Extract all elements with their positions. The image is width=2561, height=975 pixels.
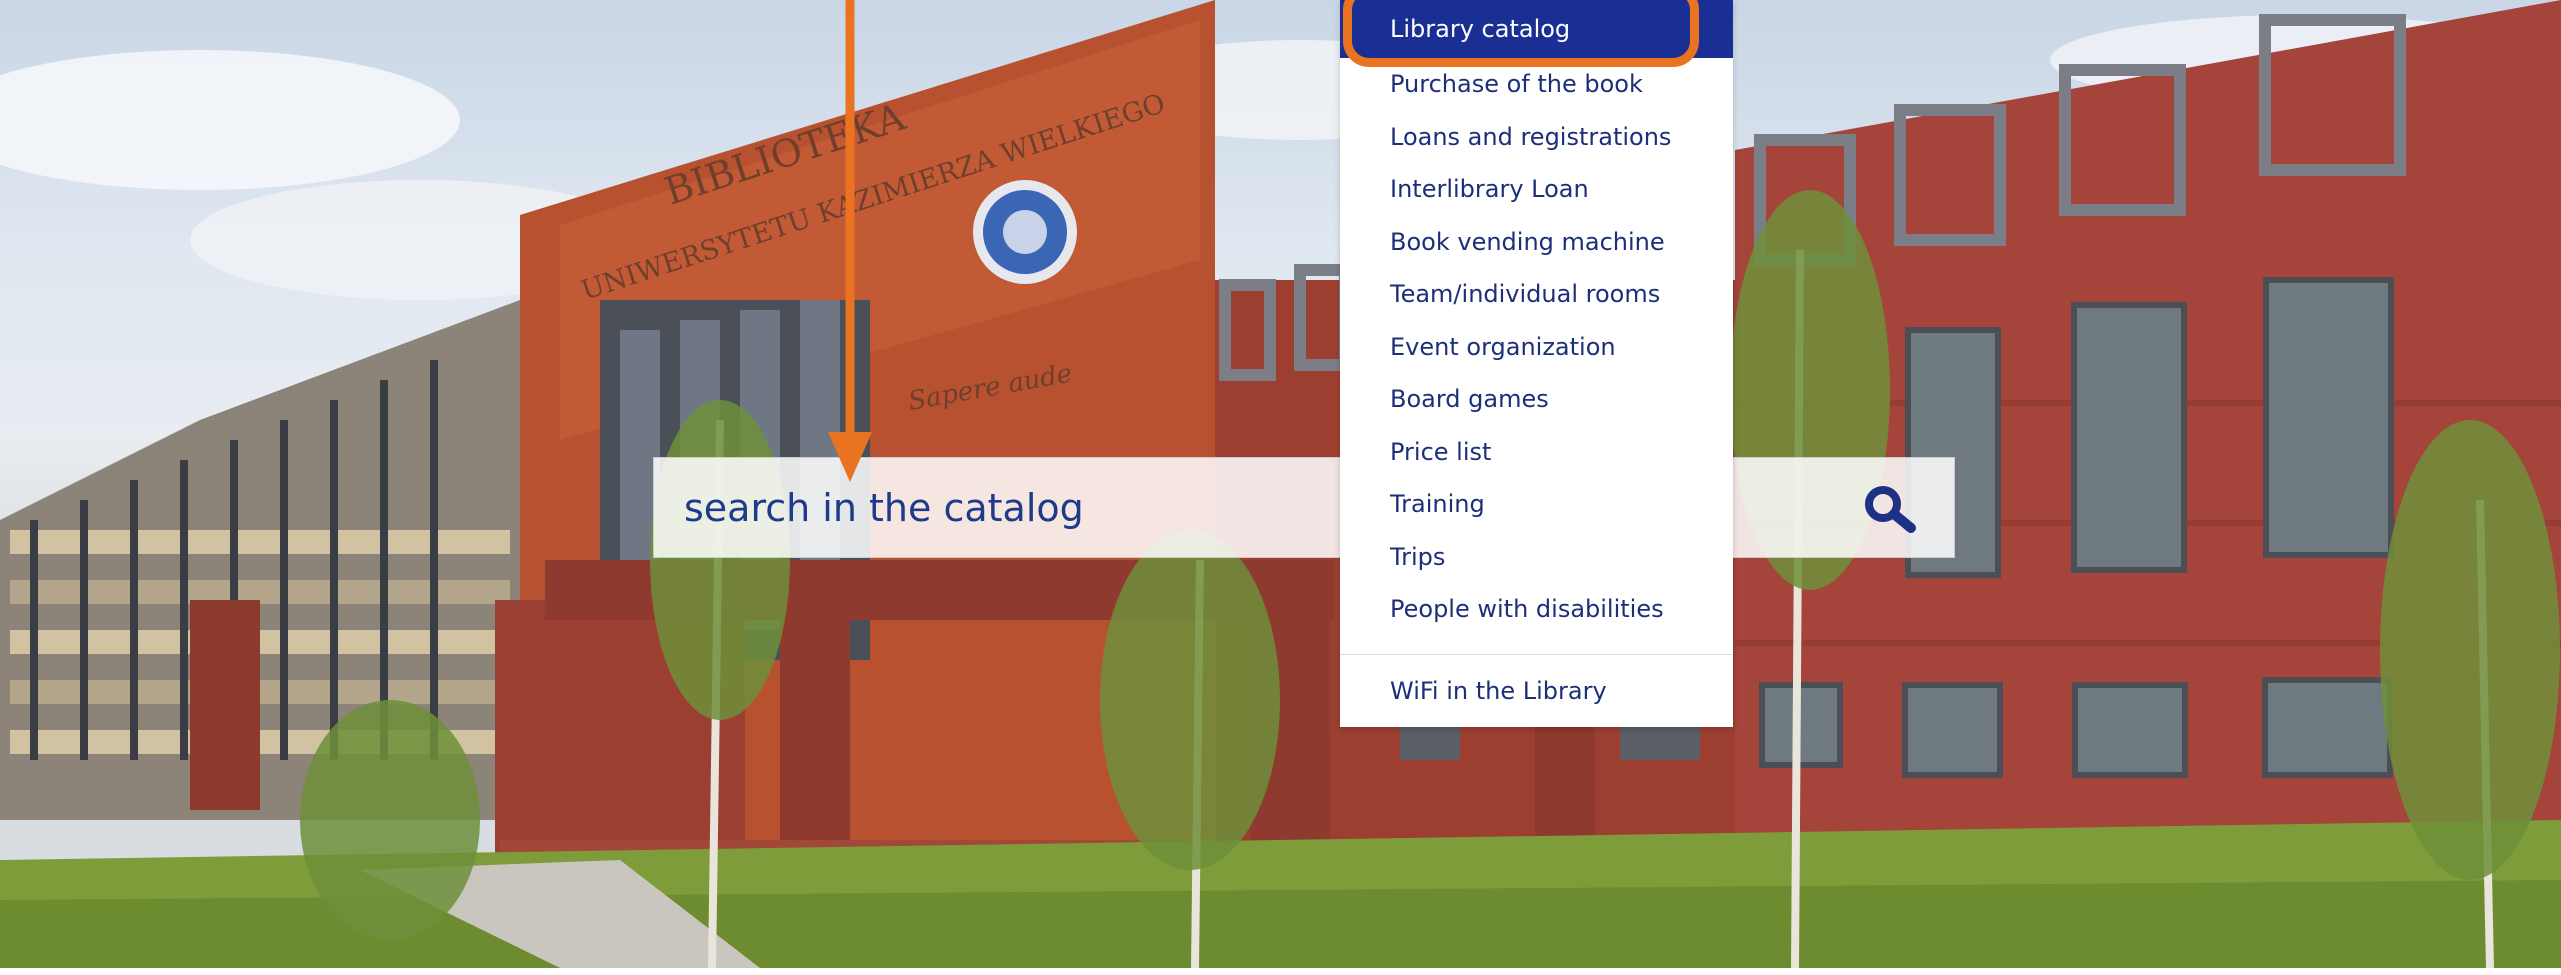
menu-item-interlibrary-loan[interactable]: Interlibrary Loan — [1340, 163, 1733, 216]
menu-item-people-with-disabilities[interactable]: People with disabilities — [1340, 583, 1733, 636]
library-services-menu: Library catalog Purchase of the book Loa… — [1340, 0, 1733, 727]
menu-item-team-individual-rooms[interactable]: Team/individual rooms — [1340, 268, 1733, 321]
menu-item-loans-and-registrations[interactable]: Loans and registrations — [1340, 111, 1733, 164]
menu-item-wifi-in-the-library[interactable]: WiFi in the Library — [1340, 665, 1733, 717]
menu-item-library-catalog[interactable]: Library catalog — [1340, 0, 1733, 58]
menu-item-purchase-of-the-book[interactable]: Purchase of the book — [1340, 58, 1733, 111]
search-button[interactable] — [1854, 476, 1924, 542]
menu-list: Library catalog Purchase of the book Loa… — [1340, 0, 1733, 636]
search-icon — [1865, 486, 1916, 533]
page-bottom-strip — [0, 968, 2561, 975]
menu-item-event-organization[interactable]: Event organization — [1340, 321, 1733, 374]
menu-item-price-list[interactable]: Price list — [1340, 426, 1733, 479]
menu-item-training[interactable]: Training — [1340, 478, 1733, 531]
menu-divider — [1340, 653, 1733, 655]
menu-item-book-vending-machine[interactable]: Book vending machine — [1340, 216, 1733, 269]
menu-item-trips[interactable]: Trips — [1340, 531, 1733, 584]
menu-item-board-games[interactable]: Board games — [1340, 373, 1733, 426]
catalog-search-bar — [653, 457, 1955, 558]
